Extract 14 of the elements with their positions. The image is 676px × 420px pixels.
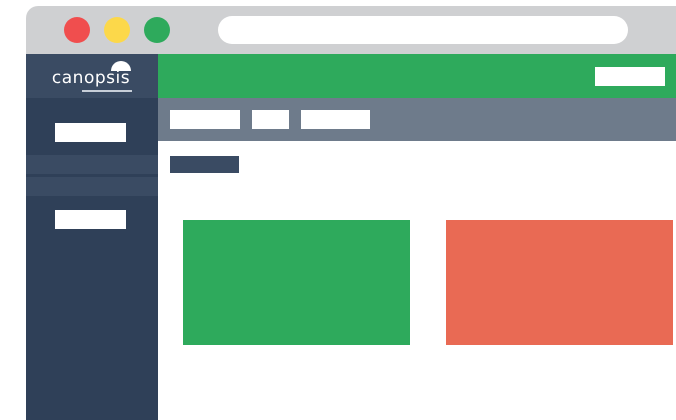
close-icon[interactable] [64,17,90,43]
tab[interactable] [301,110,370,129]
maximize-icon[interactable] [144,17,170,43]
minimize-icon[interactable] [104,17,130,43]
tab[interactable] [252,110,289,129]
tagline-line [82,90,132,92]
header-button[interactable] [595,66,665,86]
address-bar[interactable] [218,16,628,44]
tab[interactable] [170,110,240,129]
sidebar-item[interactable] [55,210,126,229]
logo-text: canopsis [52,70,130,87]
dome-icon [110,60,132,72]
sidebar-item[interactable] [55,123,126,142]
section-label [170,156,239,173]
